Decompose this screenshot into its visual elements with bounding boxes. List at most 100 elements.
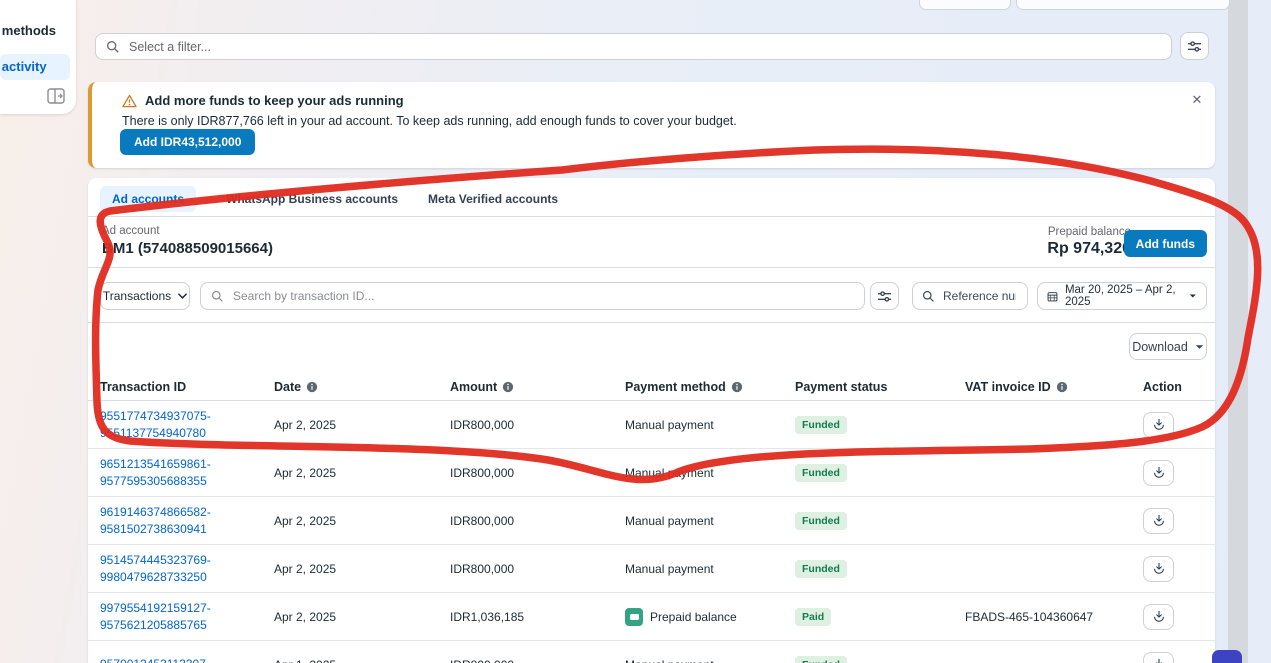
transaction-date: Apr 2, 2025 xyxy=(274,466,450,480)
banner-title-text: Add more funds to keep your ads running xyxy=(145,93,404,108)
account-tabs: Ad accounts WhatsApp Business accounts M… xyxy=(100,186,558,212)
table-row: 9551774734937075-9551137754940780 Apr 2,… xyxy=(88,401,1215,449)
status-badge: Funded xyxy=(795,512,847,530)
col-action: Action xyxy=(1143,380,1215,394)
transaction-date: Apr 1, 2025 xyxy=(274,658,450,663)
transaction-date: Apr 2, 2025 xyxy=(274,418,450,432)
download-dropdown[interactable]: Download xyxy=(1129,333,1207,360)
banner-title: Add more funds to keep your ads running xyxy=(122,93,404,108)
transaction-amount: IDR800,000 xyxy=(450,418,625,432)
chat-fab[interactable] xyxy=(1212,650,1242,663)
divider xyxy=(88,216,1215,217)
info-icon[interactable] xyxy=(502,381,514,393)
chevron-down-icon xyxy=(1189,293,1197,299)
info-icon[interactable] xyxy=(306,381,318,393)
tab-ad-accounts[interactable]: Ad accounts xyxy=(100,186,196,212)
table-row: 9651213541659861-9577595305688355 Apr 2,… xyxy=(88,449,1215,497)
transaction-amount: IDR800,000 xyxy=(450,658,625,663)
add-funds-amount-button[interactable]: Add IDR43,512,000 xyxy=(120,129,255,155)
col-payment-method: Payment method xyxy=(625,380,795,394)
table-header-row: Transaction ID Date Amount Payment metho… xyxy=(88,374,1215,401)
download-invoice-button[interactable] xyxy=(1143,604,1174,630)
filter-sliders-button[interactable] xyxy=(1180,32,1209,60)
download-invoice-button[interactable] xyxy=(1143,508,1174,534)
ad-account-name: BM1 (574088509015664) xyxy=(102,240,273,257)
status-badge: Funded xyxy=(795,416,847,434)
reference-number-field[interactable] xyxy=(941,288,1018,304)
date-range-label: Mar 20, 2025 – Apr 2, 2025 xyxy=(1065,284,1182,308)
search-icon xyxy=(922,290,935,303)
download-invoice-button[interactable] xyxy=(1143,412,1174,438)
col-transaction-id: Transaction ID xyxy=(100,380,274,394)
add-funds-button[interactable]: Add funds xyxy=(1124,230,1207,257)
transaction-amount: IDR800,000 xyxy=(450,466,625,480)
download-icon xyxy=(1152,658,1166,663)
transaction-id-link[interactable]: 9514574445323769-9980479628733250 xyxy=(100,552,274,584)
transaction-amount: IDR1,036,185 xyxy=(450,610,625,624)
table-row: 9619146374866582-9581502738630941 Apr 2,… xyxy=(88,497,1215,545)
payment-method: Manual payment xyxy=(625,466,795,480)
transaction-id-link[interactable]: 9570012453113307- xyxy=(100,656,274,663)
payment-method: Manual payment xyxy=(625,514,795,528)
download-icon xyxy=(1152,610,1166,623)
top-cutoff-button-1[interactable] xyxy=(919,0,1011,10)
divider xyxy=(88,322,1215,323)
download-icon xyxy=(1152,562,1166,575)
tab-meta-verified-accounts[interactable]: Meta Verified accounts xyxy=(428,186,558,212)
transaction-amount: IDR800,000 xyxy=(450,562,625,576)
status-badge: Paid xyxy=(795,608,831,626)
transaction-date: Apr 2, 2025 xyxy=(274,514,450,528)
date-range-picker[interactable]: Mar 20, 2025 – Apr 2, 2025 xyxy=(1037,282,1207,310)
search-icon xyxy=(106,40,120,54)
global-filter-field[interactable] xyxy=(127,39,1161,55)
transaction-id-link[interactable]: 9551774734937075-9551137754940780 xyxy=(100,408,274,440)
table-row: 9979554192159127-9575621205885765 Apr 2,… xyxy=(88,593,1215,641)
download-icon xyxy=(1152,514,1166,527)
payment-method: Prepaid balance xyxy=(625,608,795,626)
transaction-date: Apr 2, 2025 xyxy=(274,562,450,576)
top-cutoff-button-2[interactable] xyxy=(1016,0,1230,10)
col-amount: Amount xyxy=(450,380,625,394)
transaction-search-field[interactable] xyxy=(231,288,854,304)
transaction-id-link[interactable]: 9979554192159127-9575621205885765 xyxy=(100,600,274,632)
transactions-dropdown[interactable]: Transactions xyxy=(100,282,190,310)
info-icon[interactable] xyxy=(1056,381,1068,393)
sidebar-item-payment-activity[interactable]: Payment activity xyxy=(0,54,70,80)
tab-whatsapp-business-accounts[interactable]: WhatsApp Business accounts xyxy=(226,186,398,212)
ad-account-label: Ad account xyxy=(102,225,160,237)
col-payment-status: Payment status xyxy=(795,380,965,394)
payment-method: Manual payment xyxy=(625,562,795,576)
col-date: Date xyxy=(274,380,450,394)
collapse-sidebar-icon[interactable] xyxy=(47,88,65,104)
status-badge: Funded xyxy=(795,464,847,482)
download-invoice-button[interactable] xyxy=(1143,652,1174,663)
transaction-id-link[interactable]: 9619146374866582-9581502738630941 xyxy=(100,504,274,536)
info-icon[interactable] xyxy=(731,381,743,393)
prepaid-balance-icon xyxy=(625,608,643,626)
col-vat-invoice-id: VAT invoice ID xyxy=(965,380,1143,394)
transactions-table: Transaction ID Date Amount Payment metho… xyxy=(88,374,1215,663)
reference-number-search[interactable] xyxy=(912,282,1028,310)
status-badge: Funded xyxy=(795,560,847,578)
payment-activity-card: Ad accounts WhatsApp Business accounts M… xyxy=(88,178,1215,663)
sidebar-item-payment-methods[interactable]: Payment methods xyxy=(0,18,76,44)
transaction-amount: IDR800,000 xyxy=(450,514,625,528)
banner-body-text: There is only IDR877,766 left in your ad… xyxy=(122,114,737,128)
warning-icon xyxy=(122,94,137,108)
transaction-search[interactable] xyxy=(200,282,865,310)
table-row: 9570012453113307- Apr 1, 2025 IDR800,000… xyxy=(88,641,1215,663)
download-icon xyxy=(1152,418,1166,431)
table-filter-sliders-button[interactable] xyxy=(870,282,899,310)
download-icon xyxy=(1152,466,1166,479)
global-filter-input[interactable] xyxy=(95,33,1172,60)
payment-method: Manual payment xyxy=(625,658,795,663)
download-label: Download xyxy=(1132,340,1188,354)
billing-sidebar: Payment methods Payment activity xyxy=(0,0,76,114)
scrollbar[interactable] xyxy=(1228,0,1248,663)
download-invoice-button[interactable] xyxy=(1143,460,1174,486)
transaction-id-link[interactable]: 9651213541659861-9577595305688355 xyxy=(100,456,274,488)
close-icon[interactable]: ✕ xyxy=(1189,92,1205,108)
transactions-dropdown-label: Transactions xyxy=(103,289,171,303)
calendar-icon xyxy=(1047,290,1058,303)
download-invoice-button[interactable] xyxy=(1143,556,1174,582)
